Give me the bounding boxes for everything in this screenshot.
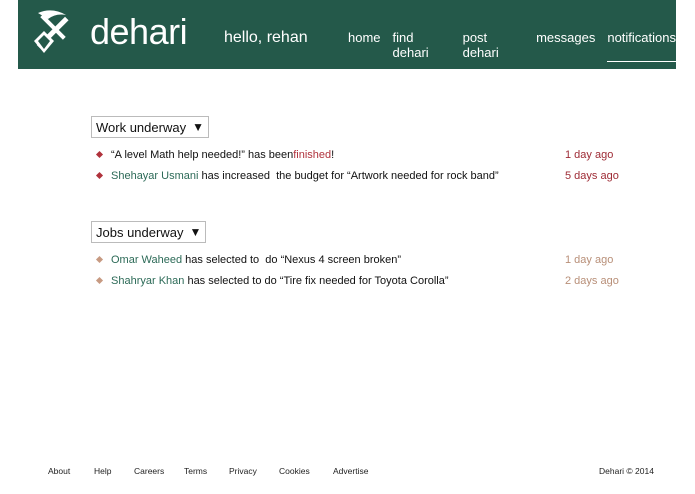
notification-text: has selected to do “Tire fix needed for … [184,274,449,287]
user-name-link[interactable]: Shahryar Khan [111,275,184,287]
caret-down-icon: ▼ [192,120,204,134]
top-header: dehari hello, rehan home find dehari pos… [18,0,676,69]
nav-post-dehari[interactable]: post dehari [463,30,525,62]
work-notification-list: “A level Math help needed!” has been fin… [91,144,631,186]
user-name-link[interactable]: Shehayar Usmani [111,170,198,182]
diamond-bullet-icon [95,276,104,285]
nav-home[interactable]: home [348,30,381,62]
diamond-bullet-icon [95,150,104,159]
jobs-underway-title: Jobs underway [96,224,184,240]
notification-text: has increased the budget for “Artwork ne… [198,169,499,182]
shovel-pickaxe-logo-icon[interactable] [30,7,76,57]
nav-messages[interactable]: messages [536,30,595,62]
jobs-underway-section: Jobs underway ▼ Omar Waheed has selected… [91,221,631,291]
user-name-link[interactable]: Omar Waheed [111,254,182,266]
notification-text-post: ! [331,148,335,161]
notification-time: 1 day ago [565,148,614,161]
notification-text: has selected to do “Nexus 4 screen broke… [182,253,402,266]
work-underway-section: Work underway ▼ “A level Math help neede… [91,116,631,186]
notification-item[interactable]: Shahryar Khan has selected to do “Tire f… [91,270,631,291]
jobs-notification-list: Omar Waheed has selected to do “Nexus 4 … [91,249,631,291]
notification-time: 2 days ago [565,274,619,287]
notification-text-pre: “A level Math help needed!” has been [111,148,294,161]
brand-name[interactable]: dehari [90,14,188,50]
notification-item[interactable]: Shehayar Usmani has increased the budget… [91,165,631,186]
page-footer: About Help Careers Terms Privacy Cookies… [0,466,695,482]
footer-link-about[interactable]: About [48,466,70,476]
diamond-bullet-icon [95,255,104,264]
footer-link-careers[interactable]: Careers [134,466,164,476]
caret-down-icon: ▼ [189,225,202,239]
user-greeting: hello, rehan [224,29,308,46]
footer-link-help[interactable]: Help [94,466,111,476]
nav-notifications[interactable]: notifications [607,30,676,62]
footer-link-advertise[interactable]: Advertise [333,466,368,476]
footer-link-privacy[interactable]: Privacy [229,466,257,476]
main-nav: home find dehari post dehari messages no… [348,30,676,62]
footer-link-terms[interactable]: Terms [184,466,207,476]
copyright-text: Dehari © 2014 [599,466,654,476]
nav-find-dehari[interactable]: find dehari [393,30,451,62]
notification-time: 5 days ago [565,169,619,182]
work-underway-dropdown[interactable]: Work underway ▼ [91,116,209,138]
jobs-underway-dropdown[interactable]: Jobs underway ▼ [91,221,207,243]
footer-link-cookies[interactable]: Cookies [279,466,310,476]
status-finished-link[interactable]: finished [293,149,331,161]
notification-item[interactable]: “A level Math help needed!” has been fin… [91,144,631,165]
diamond-bullet-icon [95,171,104,180]
notification-item[interactable]: Omar Waheed has selected to do “Nexus 4 … [91,249,631,270]
work-underway-title: Work underway [96,119,187,135]
notification-time: 1 day ago [565,253,614,266]
